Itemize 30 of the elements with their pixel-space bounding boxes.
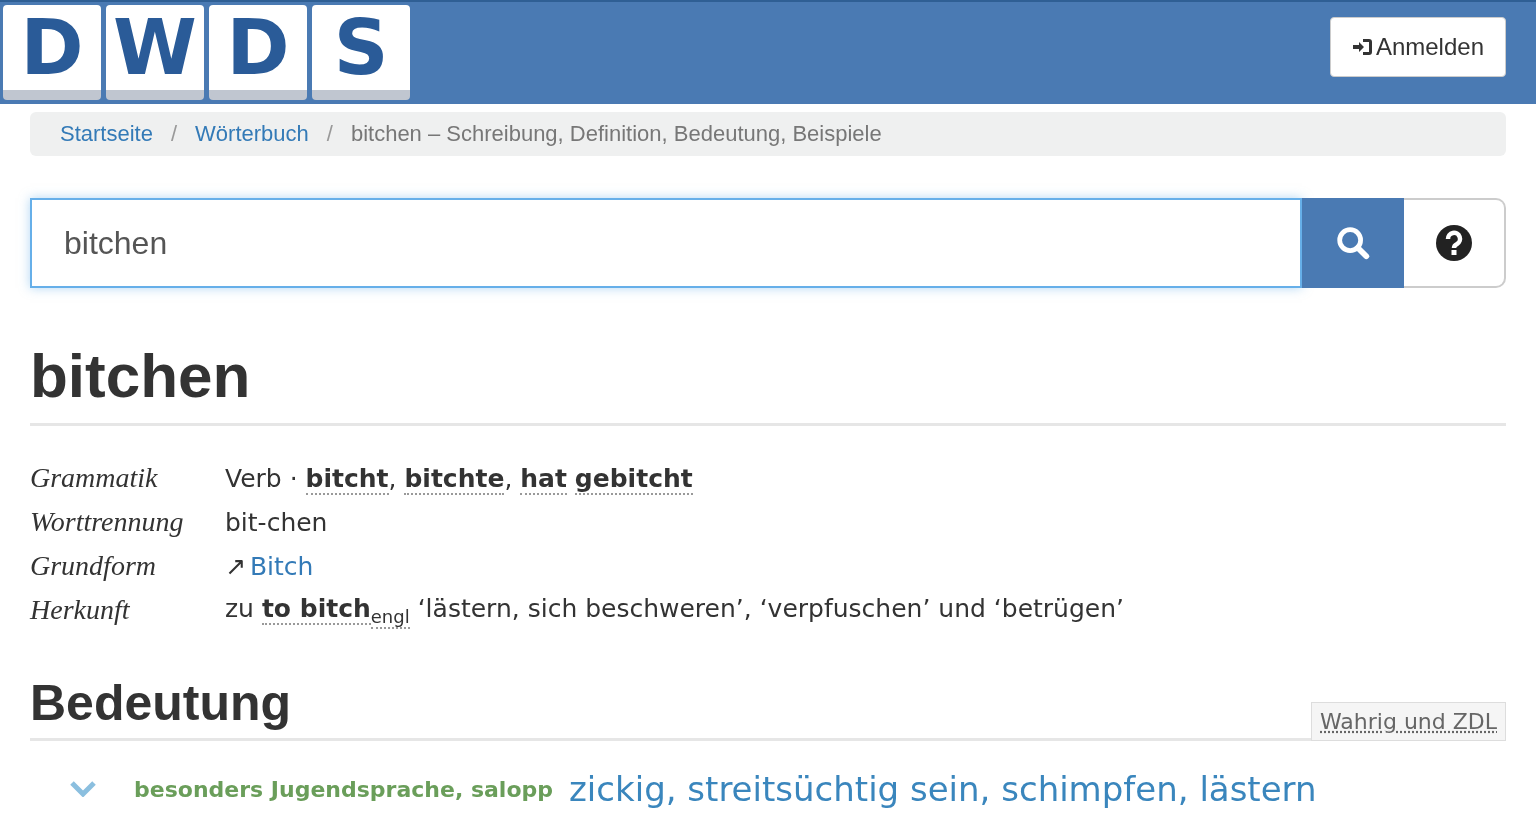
logo-tile[interactable]: W xyxy=(106,5,204,100)
usage-label: besonders Jugendsprache, salopp xyxy=(134,776,553,802)
breadcrumb-link[interactable]: Wörterbuch xyxy=(195,121,309,147)
search-icon xyxy=(1334,224,1372,262)
definition-text: zickig, streitsüchtig sein, schimpfen, lästern xyxy=(569,769,1317,809)
breadcrumb-separator: / xyxy=(170,121,178,147)
logo-tile[interactable]: D xyxy=(3,5,101,100)
detail-value: zu to bitch$_{engl}$ ‘lästern, sich beschweren’, ‘verpfuschen’ und ‘betrügen’ xyxy=(225,593,1124,627)
search-field[interactable]: bitchen xyxy=(30,198,1302,288)
login-button[interactable]: Anmelden xyxy=(1329,17,1506,77)
detail-label: Herkunft xyxy=(30,594,131,626)
source-label[interactable]: Wahrig und ZDL xyxy=(1311,702,1506,741)
sign-in-icon xyxy=(1351,38,1374,56)
help-icon xyxy=(1436,225,1472,261)
help-button[interactable] xyxy=(1404,198,1506,288)
detail-label: Grundform xyxy=(30,550,157,582)
detail-label: Grammatik xyxy=(30,462,159,494)
detail-label: Worttrennung xyxy=(30,506,185,538)
detail-value: bit-chen xyxy=(225,507,328,537)
logo-tile[interactable]: S xyxy=(312,5,410,100)
logo-tile[interactable]: D xyxy=(209,5,307,100)
breadcrumb-link[interactable]: Startseite xyxy=(60,121,153,147)
breadcrumb-current: bitchen – Schreibung, Definition, Bedeutung, Beispiele xyxy=(350,121,882,147)
link-arrow: ↗ xyxy=(225,551,246,581)
search-button[interactable] xyxy=(1302,198,1404,288)
detail-value: Verb · bitcht, bitchte, hat gebitcht xyxy=(225,463,693,493)
headword-title: bitchen xyxy=(30,340,1506,426)
section-heading: Bedeutung xyxy=(30,674,292,733)
base-form-link[interactable]: Bitch xyxy=(249,551,314,581)
breadcrumb-separator: / xyxy=(326,121,333,147)
